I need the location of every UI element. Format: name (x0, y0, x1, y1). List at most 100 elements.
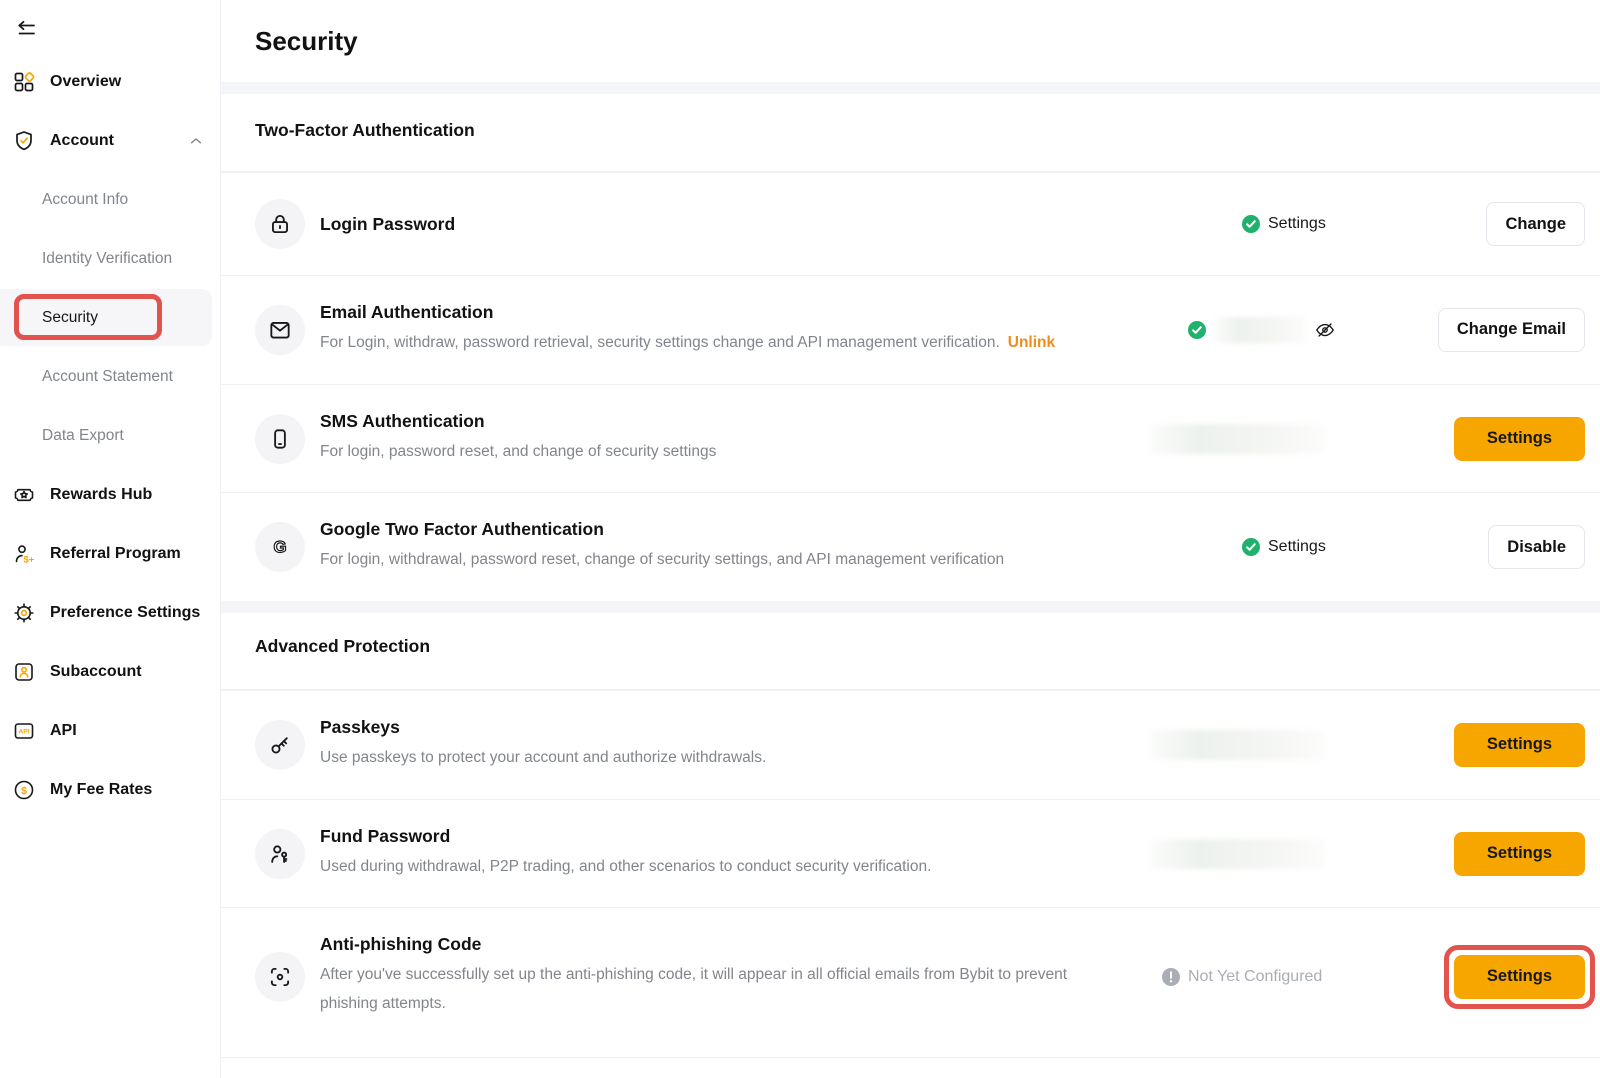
row-fund-password: Fund Password Used during withdrawal, P2… (221, 800, 1600, 909)
sidebar-item-label: Overview (50, 73, 208, 91)
status-email (1188, 317, 1336, 343)
sidebar-item-label: Account Statement (42, 368, 173, 386)
page-header: Security (221, 0, 1600, 82)
status-passkeys (1150, 730, 1325, 760)
row-email-authentication: Email Authentication For Login, withdraw… (221, 276, 1600, 385)
row-title: Login Password (320, 214, 1150, 235)
row-description: Use passkeys to protect your account and… (320, 744, 1115, 773)
sidebar-item-label: Preference Settings (50, 604, 208, 622)
sidebar-item-referral-program[interactable]: $+ Referral Program (0, 524, 220, 583)
chevron-up-icon (184, 129, 208, 153)
person-key-icon (255, 829, 305, 879)
row-title: Anti-phishing Code (320, 934, 1150, 955)
scan-code-icon (255, 952, 305, 1002)
sidebar-item-label: Account Info (42, 191, 128, 209)
row-description: Used during withdrawal, P2P trading, and… (320, 853, 1115, 882)
collapse-sidebar-icon (14, 18, 38, 42)
sidebar-item-label: Subaccount (50, 663, 208, 681)
row-title: SMS Authentication (320, 411, 1150, 432)
envelope-icon (255, 305, 305, 355)
row-description: After you've successfully set up the ant… (320, 961, 1115, 1018)
bottom-spacer (221, 1058, 1600, 1063)
description-text: For Login, withdraw, password retrieval,… (320, 334, 1000, 351)
sidebar-item-subaccount[interactable]: Subaccount (0, 642, 220, 701)
eye-slash-icon[interactable] (1314, 319, 1336, 341)
sidebar-item-label: Identity Verification (42, 250, 172, 268)
row-title: Email Authentication (320, 302, 1150, 323)
section-heading-two-factor: Two-Factor Authentication (221, 94, 1600, 171)
status-label: Settings (1268, 538, 1326, 556)
check-circle-icon (1242, 215, 1260, 233)
masked-email-value (1214, 317, 1306, 343)
fund-password-settings-button[interactable]: Settings (1454, 832, 1585, 876)
check-circle-icon (1188, 321, 1206, 339)
lock-icon (255, 199, 305, 249)
sidebar-item-label: Account (50, 132, 170, 150)
grid-overview-icon (12, 70, 36, 94)
change-email-button[interactable]: Change Email (1438, 308, 1585, 352)
row-sms-authentication: SMS Authentication For login, password r… (221, 385, 1600, 494)
sms-settings-button[interactable]: Settings (1454, 417, 1585, 461)
google-2fa-disable-button[interactable]: Disable (1488, 525, 1585, 569)
status-google-2fa: Settings (1242, 538, 1326, 556)
sidebar-item-identity-verification[interactable]: Identity Verification (0, 229, 220, 288)
api-badge-icon: API (12, 719, 36, 743)
page-title: Security (255, 26, 358, 57)
referral-dollar-glyph: $+ (24, 554, 35, 565)
sidebar-item-api[interactable]: API API (0, 701, 220, 760)
main-content: Security Two-Factor Authentication Login… (221, 0, 1600, 1078)
api-glyph: API (18, 728, 29, 735)
sidebar-item-label: Referral Program (50, 545, 208, 563)
row-description: For login, withdrawal, password reset, c… (320, 546, 1115, 575)
person-dollar-icon: $+ (12, 542, 36, 566)
sidebar-item-account-statement[interactable]: Account Statement (0, 347, 220, 406)
shield-check-icon (12, 129, 36, 153)
status-sms (1150, 424, 1325, 454)
sidebar-item-label: My Fee Rates (50, 781, 208, 799)
section-divider-band (221, 82, 1600, 94)
sidebar-item-account-info[interactable]: Account Info (0, 170, 220, 229)
section-heading-advanced-protection: Advanced Protection (221, 613, 1600, 689)
sidebar-item-my-fee-rates[interactable]: $ My Fee Rates (0, 760, 220, 819)
dollar-glyph: $ (21, 785, 27, 797)
sidebar-item-rewards-hub[interactable]: Rewards Hub (0, 465, 220, 524)
unlink-link[interactable]: Unlink (1008, 334, 1055, 351)
sidebar-item-label: Rewards Hub (50, 486, 208, 504)
masked-fund-password-value (1150, 839, 1325, 869)
ticket-star-icon (12, 483, 36, 507)
gear-icon (12, 601, 36, 625)
sidebar-item-preference-settings[interactable]: Preference Settings (0, 583, 220, 642)
key-icon (255, 720, 305, 770)
google-g-icon: G (255, 522, 305, 572)
phone-icon (255, 414, 305, 464)
sidebar-item-security[interactable]: Security (0, 288, 220, 347)
google-glyph: G (273, 538, 286, 557)
sidebar: Overview Account Account Info Identity V… (0, 0, 221, 1078)
anti-phishing-settings-button[interactable]: Settings (1454, 955, 1585, 999)
row-description: For login, password reset, and change of… (320, 438, 1115, 467)
masked-passkeys-value (1150, 730, 1325, 760)
settings-highlight-ring: Settings (1444, 945, 1595, 1009)
status-label: Settings (1268, 215, 1326, 233)
dollar-circle-icon: $ (12, 778, 36, 802)
status-fund-password (1150, 839, 1325, 869)
collapse-sidebar-button[interactable] (10, 14, 42, 46)
sidebar-item-label: Data Export (42, 427, 124, 445)
row-title: Google Two Factor Authentication (320, 519, 1150, 540)
row-google-2fa: G Google Two Factor Authentication For l… (221, 493, 1600, 601)
check-circle-icon (1242, 538, 1260, 556)
row-passkeys: Passkeys Use passkeys to protect your ac… (221, 690, 1600, 800)
sidebar-item-data-export[interactable]: Data Export (0, 406, 220, 465)
change-password-button[interactable]: Change (1486, 202, 1585, 246)
status-label: Not Yet Configured (1188, 968, 1322, 986)
sidebar-item-overview[interactable]: Overview (0, 52, 220, 111)
row-description: For Login, withdraw, password retrieval,… (320, 329, 1115, 358)
person-card-icon (12, 660, 36, 684)
section-divider-band (221, 601, 1600, 613)
info-circle-icon (1162, 968, 1180, 986)
status-login-password: Settings (1242, 215, 1326, 233)
sidebar-item-label: API (50, 722, 208, 740)
row-title: Fund Password (320, 826, 1150, 847)
sidebar-item-account[interactable]: Account (0, 111, 220, 170)
passkeys-settings-button[interactable]: Settings (1454, 723, 1585, 767)
